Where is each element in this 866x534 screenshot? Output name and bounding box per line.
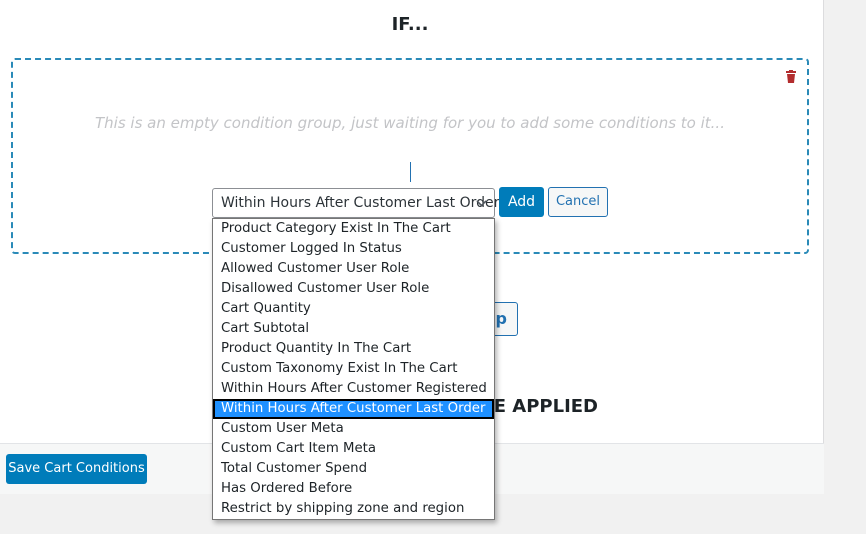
cancel-button[interactable]: Cancel (548, 187, 608, 217)
select-value: Within Hours After Customer Last Order (221, 195, 500, 211)
trash-icon[interactable] (785, 70, 797, 83)
then-title: BE APPLIED (480, 396, 599, 417)
dropdown-option[interactable]: Total Customer Spend (213, 459, 494, 479)
if-title: IF... (391, 14, 429, 35)
dropdown-option[interactable]: Within Hours After Customer Last Order (213, 399, 494, 419)
dropdown-option[interactable]: Product Category Exist In The Cart (213, 219, 494, 239)
dropdown-option[interactable]: Customer Logged In Status (213, 239, 494, 259)
dropdown-option[interactable]: Disallowed Customer User Role (213, 279, 494, 299)
dropdown-option[interactable]: Within Hours After Customer Registered (213, 379, 494, 399)
add-button[interactable]: Add (499, 187, 544, 217)
dropdown-option[interactable]: Has Ordered Before (213, 479, 494, 499)
dropdown-option[interactable]: Cart Quantity (213, 299, 494, 319)
dropdown-option[interactable]: Product Quantity In The Cart (213, 339, 494, 359)
dropdown-option[interactable]: Custom Taxonomy Exist In The Cart (213, 359, 494, 379)
dropdown-option[interactable]: Custom User Meta (213, 419, 494, 439)
empty-group-message: This is an empty condition group, just w… (95, 114, 725, 132)
dropdown-option[interactable]: Cart Subtotal (213, 319, 494, 339)
condition-type-select[interactable]: Within Hours After Customer Last Order (212, 188, 499, 218)
dropdown-option[interactable]: Restrict by shipping zone and region (213, 499, 494, 519)
condition-type-dropdown: Product Category Exist In The Cart Custom… (212, 218, 495, 520)
dropdown-option[interactable]: Custom Cart Item Meta (213, 439, 494, 459)
save-cart-conditions-button[interactable]: Save Cart Conditions (6, 454, 147, 484)
conditions-panel: IF... This is an empty condition group, … (0, 0, 824, 520)
dropdown-option[interactable]: Allowed Customer User Role (213, 259, 494, 279)
connector-line (410, 162, 411, 182)
